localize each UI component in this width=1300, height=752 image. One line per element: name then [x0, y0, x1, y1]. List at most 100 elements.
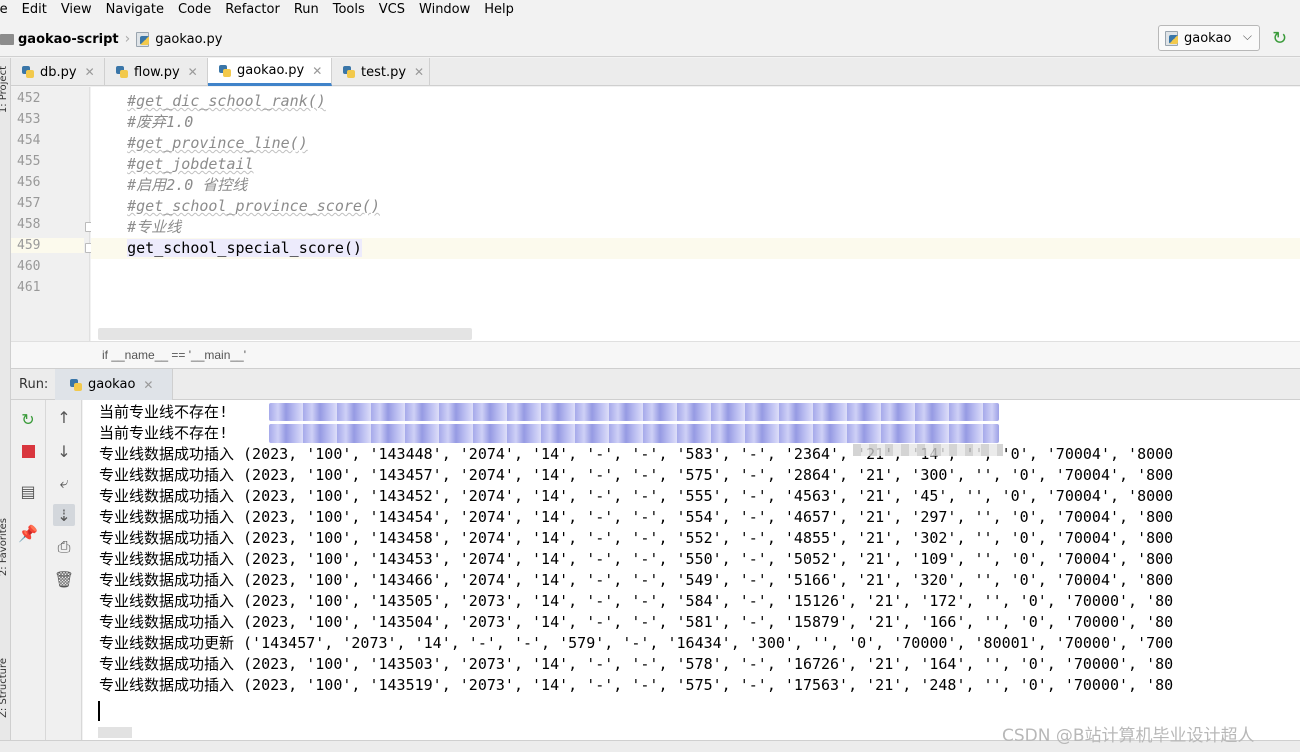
tool-window-strip: 1: Project 2: Favorites Z: Structure — [0, 58, 11, 752]
line-number: 456 — [17, 175, 41, 190]
close-icon[interactable]: ✕ — [312, 64, 322, 78]
menu-edit[interactable]: Edit — [15, 0, 54, 20]
scroll-to-end-icon[interactable]: ⇣ — [53, 504, 75, 526]
tab-label: flow.py — [134, 64, 180, 80]
layout-icon[interactable]: ▤ — [17, 480, 39, 502]
menu-file[interactable]: le — [0, 0, 15, 20]
python-file-icon — [136, 32, 150, 47]
tab-flow[interactable]: flow.py ✕ — [105, 58, 208, 86]
run-configuration-select[interactable]: gaokao ⌵ — [1158, 25, 1260, 51]
run-tab-gaokao[interactable]: gaokao ✕ — [55, 369, 173, 400]
console-scrollbar[interactable] — [98, 727, 132, 738]
code-line-current: get_school_special_score() — [91, 238, 1300, 259]
console-output[interactable]: 当前专业线不存在! 当前专业线不存在! 专业线数据成功插入 (2023, '10… — [83, 400, 1300, 740]
redaction-blur — [853, 444, 1003, 456]
python-file-icon — [1165, 31, 1179, 46]
pin-icon[interactable]: 📌 — [17, 522, 39, 544]
breadcrumb-project[interactable]: gaokao-script — [18, 32, 119, 47]
code-comment: #get_province_line() — [127, 134, 308, 152]
text-caret — [98, 701, 100, 721]
python-file-icon — [21, 65, 35, 79]
output-line: 专业线数据成功插入 (2023, '100', '143452', '2074'… — [99, 487, 1174, 505]
line-number: 461 — [17, 280, 41, 295]
menu-bar: le Edit View Navigate Code Refactor Run … — [0, 0, 1300, 20]
arrow-down-icon[interactable]: ↓ — [53, 440, 75, 462]
menu-view[interactable]: View — [54, 0, 99, 20]
code-comment: #get_dic_school_rank() — [127, 92, 326, 110]
print-icon[interactable]: ⎙ — [53, 536, 75, 558]
code-breadcrumb[interactable]: if __name__ == '__main__' — [11, 341, 1300, 368]
line-number: 457 — [17, 196, 41, 211]
menu-vcs[interactable]: VCS — [372, 0, 412, 20]
trash-icon[interactable]: 🗑 — [53, 568, 75, 590]
output-line: 专业线数据成功更新 ('143457', '2073', '14', '-', … — [99, 634, 1174, 652]
line-number: 455 — [17, 154, 41, 169]
menu-refactor[interactable]: Refactor — [218, 0, 287, 20]
tab-label: gaokao.py — [237, 63, 305, 78]
redaction-blur — [269, 403, 999, 421]
tab-label: test.py — [361, 64, 407, 80]
python-file-icon — [342, 65, 356, 79]
menu-tools[interactable]: Tools — [326, 0, 372, 20]
menu-window[interactable]: Window — [412, 0, 477, 20]
output-line: 专业线数据成功插入 (2023, '100', '143448', '2074'… — [99, 445, 1174, 463]
output-line: 专业线数据成功插入 (2023, '100', '143454', '2074'… — [99, 508, 1174, 526]
code-line: #get_province_line() — [91, 133, 1300, 154]
run-tab-label: gaokao — [88, 377, 136, 392]
soft-wrap-icon[interactable]: ⤶ — [53, 472, 75, 494]
tab-gaokao[interactable]: gaokao.py ✕ — [208, 58, 332, 86]
tab-db[interactable]: db.py ✕ — [11, 58, 105, 86]
horizontal-scrollbar[interactable] — [98, 328, 472, 340]
output-line: 专业线数据成功插入 (2023, '100', '143457', '2074'… — [99, 466, 1174, 484]
run-toolbar-primary: ↻ ▤ 📌 — [11, 400, 46, 740]
output-line: 专业线数据成功插入 (2023, '100', '143503', '2073'… — [99, 655, 1174, 673]
folder-icon — [0, 33, 14, 45]
line-number: 454 — [17, 133, 41, 148]
run-tool-window-header: Run: gaokao ✕ — [11, 368, 1300, 400]
code-editor[interactable]: #get_dic_school_rank() #废弃1.0 #get_provi… — [91, 87, 1300, 341]
menu-code[interactable]: Code — [171, 0, 218, 20]
run-configuration-label: gaokao — [1184, 30, 1232, 46]
project-tool-label[interactable]: 1: Project — [0, 66, 9, 113]
output-line: 专业线数据成功插入 (2023, '100', '143504', '2073'… — [99, 613, 1174, 631]
breadcrumb-file[interactable]: gaokao.py — [155, 32, 222, 47]
structure-tool-label[interactable]: Z: Structure — [0, 658, 9, 718]
chevron-right-icon: › — [124, 31, 131, 47]
close-icon[interactable]: ✕ — [143, 378, 153, 392]
rerun-icon[interactable]: ↻ — [1272, 29, 1292, 49]
breadcrumb: gaokao-script › gaokao.py — [0, 31, 222, 47]
code-line: #废弃1.0 — [91, 112, 1300, 133]
stop-icon[interactable] — [17, 440, 39, 462]
code-line: #get_jobdetail — [91, 154, 1300, 175]
menu-help[interactable]: Help — [477, 0, 521, 20]
code-line: #专业线 — [91, 217, 1300, 238]
line-number: 460 — [17, 259, 41, 274]
code-comment: #get_school_province_score() — [127, 197, 380, 215]
output-line: 专业线数据成功插入 (2023, '100', '143458', '2074'… — [99, 529, 1174, 547]
menu-navigate[interactable]: Navigate — [99, 0, 171, 20]
run-label: Run: — [19, 377, 49, 392]
editor-tabs: db.py ✕ flow.py ✕ gaokao.py ✕ test.py ✕ — [11, 58, 1300, 86]
favorites-tool-label[interactable]: 2: Favorites — [0, 518, 9, 576]
code-call: get_school_special_score() — [127, 239, 362, 257]
rerun-icon[interactable]: ↻ — [17, 408, 39, 430]
output-line: 专业线数据成功插入 (2023, '100', '143466', '2074'… — [99, 571, 1174, 589]
menu-run[interactable]: Run — [287, 0, 326, 20]
watermark: CSDN @B站计算机毕业设计超人 — [1002, 726, 1255, 746]
python-file-icon — [69, 378, 83, 392]
code-line: #启用2.0 省控线 — [91, 175, 1300, 196]
line-number: 458 — [17, 217, 41, 232]
close-icon[interactable]: ✕ — [414, 65, 424, 79]
output-line: 专业线数据成功插入 (2023, '100', '143453', '2074'… — [99, 550, 1174, 568]
close-icon[interactable]: ✕ — [85, 65, 95, 79]
tab-test[interactable]: test.py ✕ — [332, 58, 430, 86]
code-comment: #废弃1.0 — [127, 113, 194, 131]
python-file-icon — [218, 64, 232, 78]
close-icon[interactable]: ✕ — [188, 65, 198, 79]
redaction-blur — [269, 424, 999, 443]
line-number-gutter: 452 453 454 455 456 457 458 459 460 461 — [11, 87, 90, 341]
arrow-up-icon[interactable]: ↑ — [53, 406, 75, 428]
tab-label: db.py — [40, 64, 77, 80]
